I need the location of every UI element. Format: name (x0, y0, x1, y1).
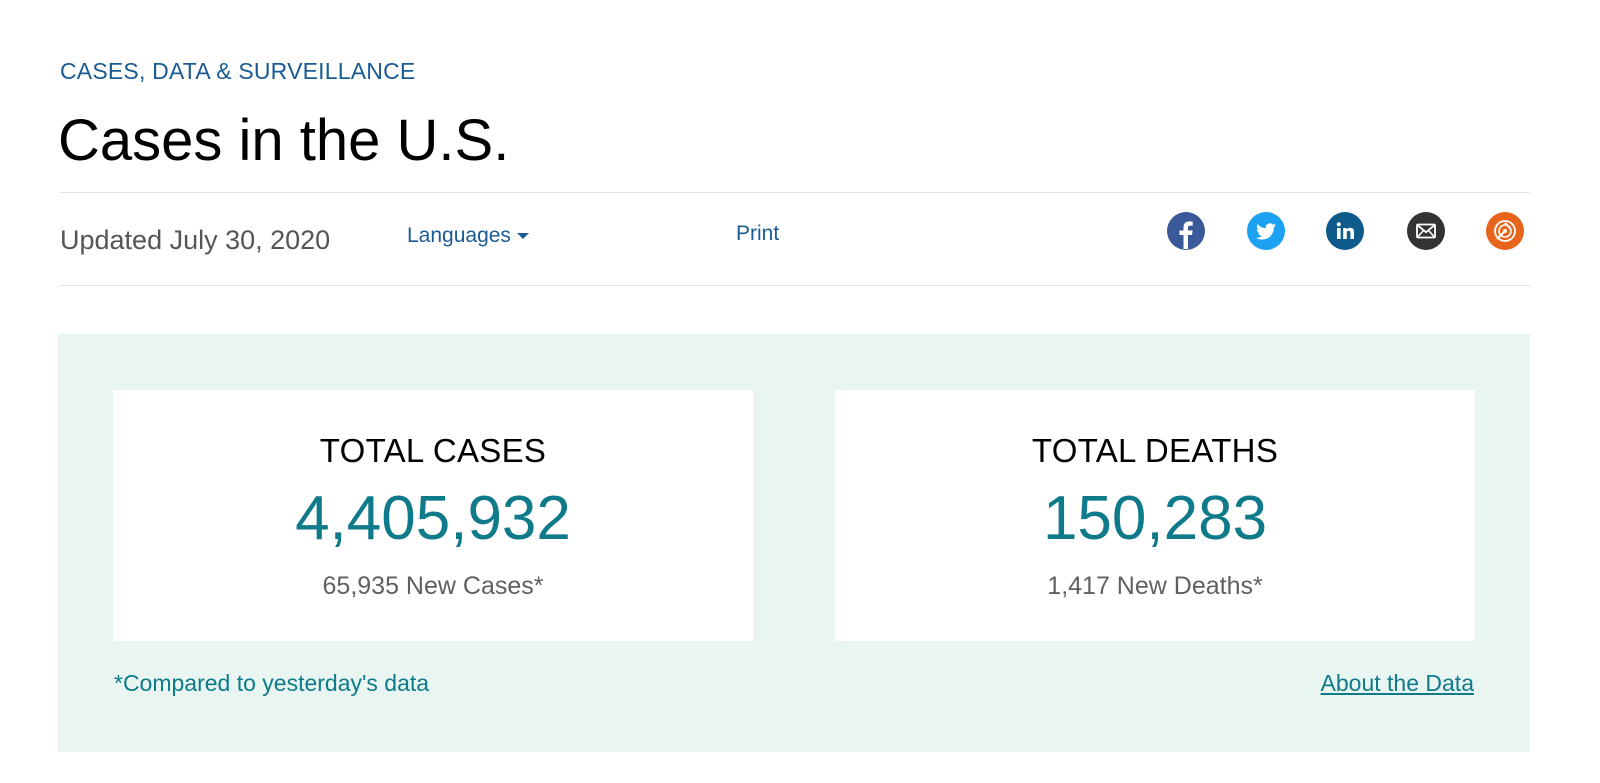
page: CASES, DATA & SURVEILLANCE Cases in the … (0, 0, 1600, 783)
stats-panel: TOTAL CASES 4,405,932 65,935 New Cases* … (58, 334, 1530, 752)
languages-dropdown[interactable]: Languages (407, 224, 529, 248)
total-deaths-value: 150,283 (1042, 484, 1268, 553)
languages-label: Languages (407, 224, 511, 247)
total-cases-value: 4,405,932 (295, 484, 571, 553)
syndicate-icon[interactable] (1486, 212, 1524, 250)
facebook-icon[interactable] (1167, 212, 1205, 250)
footnote: *Compared to yesterday's data (114, 670, 430, 696)
email-icon[interactable] (1407, 212, 1445, 250)
total-deaths-card: TOTAL DEATHS 150,283 1,417 New Deaths* (835, 390, 1475, 641)
about-the-data-link[interactable]: About the Data (1321, 670, 1474, 697)
caret-down-icon (516, 233, 529, 239)
divider-top (60, 192, 1530, 193)
new-deaths-count: 1,417 New Deaths* (1047, 572, 1263, 600)
print-link[interactable]: Print (736, 222, 779, 246)
twitter-icon[interactable] (1247, 212, 1285, 250)
total-cases-label: TOTAL CASES (319, 432, 547, 469)
total-deaths-label: TOTAL DEATHS (1031, 432, 1279, 469)
divider-bottom (60, 285, 1530, 286)
page-title: Cases in the U.S. (58, 108, 510, 173)
total-cases-card: TOTAL CASES 4,405,932 65,935 New Cases* (113, 390, 753, 641)
linkedin-icon[interactable] (1326, 212, 1364, 250)
new-cases-count: 65,935 New Cases* (322, 572, 544, 600)
breadcrumb[interactable]: CASES, DATA & SURVEILLANCE (60, 58, 415, 85)
updated-date: Updated July 30, 2020 (60, 225, 331, 255)
